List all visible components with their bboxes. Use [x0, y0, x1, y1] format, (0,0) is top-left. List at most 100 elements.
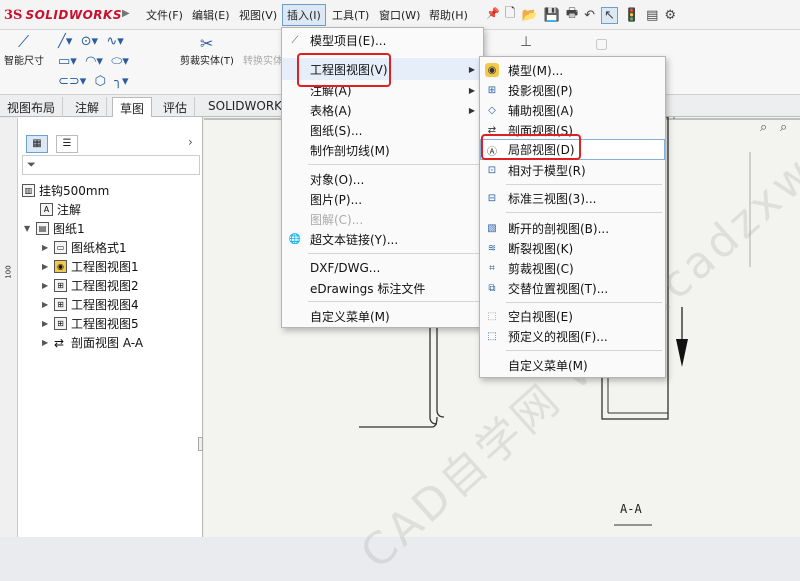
undo-icon[interactable]: ↶ [584, 8, 595, 23]
menu-file[interactable]: 文件(F) [142, 6, 187, 24]
spline-icon[interactable]: ∿▾ [106, 34, 123, 49]
menu-view[interactable]: 视图(V) [235, 6, 281, 24]
tree-item-label: 工程图视图1 [71, 260, 139, 274]
menu-window[interactable]: 窗口(W) [375, 6, 424, 24]
tree-item-label: 图纸1 [53, 222, 85, 236]
menu-item-predefined-view[interactable]: ⬚ 预定义的视图(F)... [480, 326, 665, 346]
menu-item-customize-menu[interactable]: 自定义菜单(M) [282, 306, 483, 326]
menu-item-hyperlink[interactable]: 🌐 超文本链接(Y)... [282, 229, 483, 249]
tree-item-section-view[interactable]: ▶ ⇄ 剖面视图 A-A [42, 333, 143, 352]
collapse-caret-icon[interactable]: ▼ [24, 224, 32, 233]
tree-item-view2[interactable]: ▶ ⊞ 工程图视图2 [42, 276, 139, 295]
tree-item-annotation[interactable]: A 注解 [40, 200, 81, 219]
annotation-icon: A [40, 203, 53, 216]
menu-item-crop-view[interactable]: ⌗ 剪裁视图(C) [480, 258, 665, 278]
tree-item-label: 剖面视图 A-A [71, 336, 144, 350]
zoom-area-icon[interactable]: ⌕ [780, 120, 787, 135]
menu-insert[interactable]: 插入(I) [282, 4, 326, 26]
model-view-icon: ◉ [485, 63, 499, 77]
tab-annotation[interactable]: 注解 [68, 97, 108, 117]
arc-icon[interactable]: ◠▾ [85, 54, 103, 69]
open-icon[interactable]: 📂 [521, 8, 537, 23]
traffic-light-icon[interactable]: 🚦 [624, 8, 640, 23]
menu-item-standard-3-view[interactable]: ⊟ 标准三视图(3)... [480, 188, 665, 208]
tree-item-view1[interactable]: ▶ ◉ 工程图视图1 [42, 257, 139, 276]
menu-item-picture[interactable]: 图片(P)... [282, 189, 483, 209]
zoom-to-fit-icon[interactable]: ⌕ [760, 120, 767, 135]
menu-item-model-items[interactable]: ⟋ 模型项目(E)... [282, 30, 483, 50]
menu-item-edrawings[interactable]: eDrawings 标注文件 [282, 278, 483, 298]
auxiliary-view-icon: ◇ [488, 104, 496, 116]
menu-help[interactable]: 帮助(H) [425, 6, 472, 24]
pin-icon[interactable]: 📌 [486, 7, 500, 20]
fillet-icon[interactable]: ╮▾ [114, 74, 128, 89]
expand-caret-icon[interactable]: ▶ [42, 319, 50, 328]
expand-caret-icon[interactable]: ▶ [42, 243, 50, 252]
menu-item-dxf-dwg[interactable]: DXF/DWG... [282, 258, 483, 278]
tree-item-view5[interactable]: ▶ ⊞ 工程图视图5 [42, 314, 139, 333]
expand-caret-icon[interactable]: ▶ [42, 281, 50, 290]
logo-ds: 3S [4, 7, 23, 23]
menu-item-auxiliary-view[interactable]: ◇ 辅助视图(A) [480, 100, 665, 120]
relations-icon[interactable]: ⊥ [520, 34, 532, 50]
menu-item-empty-view[interactable]: ⬚ 空白视图(E) [480, 306, 665, 326]
ellipse-icon[interactable]: ⬭▾ [111, 54, 129, 69]
tab-view-layout[interactable]: 视图布局 [0, 97, 64, 117]
menu-item-broken-out-section[interactable]: ▧ 断开的剖视图(B)... [480, 218, 665, 238]
expand-caret-icon[interactable]: ▶ [42, 338, 50, 347]
file-properties-icon[interactable]: ▤ [646, 8, 658, 23]
circle-icon[interactable]: ⊙▾ [81, 34, 98, 49]
tree-item-label: 注解 [57, 203, 82, 217]
feature-tree-tab-icon[interactable]: ▦ [26, 135, 48, 153]
smart-dimension-icon[interactable]: ⟋ [18, 32, 29, 52]
menu-item-diagram: 图解(C)... [310, 212, 364, 227]
menu-tools[interactable]: 工具(T) [328, 6, 373, 24]
save-icon[interactable]: 💾 [544, 8, 560, 23]
panel-more-arrow-icon[interactable]: › [188, 135, 193, 149]
model-items-icon: ⟋ [291, 34, 299, 46]
broken-out-section-icon: ▧ [487, 222, 497, 234]
trim-entities-icon[interactable]: ✂ [200, 34, 213, 53]
smart-dimension-label[interactable]: 智能尺寸 [4, 52, 44, 67]
tab-evaluate[interactable]: 评估 [156, 97, 196, 117]
menu-item-projected-view[interactable]: ⊞ 投影视图(P) [480, 80, 665, 100]
new-doc-icon[interactable]: 🗋 [505, 4, 515, 26]
projected-view-icon: ⊞ [54, 298, 67, 311]
menu-item-alternate-position[interactable]: ⧉ 交替位置视图(T)... [480, 278, 665, 298]
tab-sketch[interactable]: 草图 [112, 97, 153, 117]
crop-view-icon: ⌗ [489, 262, 495, 274]
menu-item-sheet[interactable]: 图纸(S)... [282, 120, 483, 140]
options-gear-icon[interactable]: ⚙ [664, 8, 676, 23]
tree-item-sheet[interactable]: ▼ ▤ 图纸1 [24, 219, 85, 238]
tree-item-view4[interactable]: ▶ ⊞ 工程图视图4 [42, 295, 139, 314]
tree-filter-box[interactable]: ⏷ [22, 155, 200, 175]
tree-item-label: 工程图视图5 [71, 317, 139, 331]
menu-item-model-view[interactable]: ◉ 模型(M)... [480, 60, 665, 80]
menu-item-cutting-line[interactable]: 制作剖切线(M) [282, 140, 483, 160]
menu-item-break-view[interactable]: ≋ 断裂视图(K) [480, 238, 665, 258]
select-arrow-icon[interactable]: ↖ [601, 6, 618, 24]
alternate-position-icon: ⧉ [488, 282, 496, 294]
expand-caret-icon[interactable]: ▶ [42, 262, 50, 271]
rectangle-icon[interactable]: ▭▾ [58, 54, 77, 69]
menu-edit[interactable]: 编辑(E) [188, 6, 234, 24]
menu-item-object[interactable]: 对象(O)... [282, 169, 483, 189]
menu-item-relative-view[interactable]: ⊡ 相对于模型(R) [480, 160, 665, 180]
menu-expand-icon[interactable]: ▶ [122, 8, 130, 19]
filter-icon: ⏷ [27, 158, 36, 171]
menu-separator [308, 164, 480, 165]
menu-item-customize-menu[interactable]: 自定义菜单(M) [480, 355, 665, 375]
projected-view-icon: ⊞ [54, 317, 67, 330]
menu-item-table[interactable]: 表格(A) ▶ [282, 100, 483, 120]
expand-caret-icon[interactable]: ▶ [42, 300, 50, 309]
tree-item-sheet-format[interactable]: ▶ ▭ 图纸格式1 [42, 238, 127, 257]
polygon-icon[interactable]: ⬡ [95, 74, 106, 89]
panel-splitter-handle[interactable] [198, 437, 203, 451]
slot-icon[interactable]: ⊂⊃▾ [58, 74, 86, 89]
trim-entities-label[interactable]: 剪裁实体(T) [180, 52, 234, 67]
tree-root[interactable]: ▥ 挂钩500mm [22, 181, 109, 200]
print-icon[interactable]: 🖶 [566, 4, 578, 26]
line-icon[interactable]: ╱▾ [58, 34, 72, 49]
property-tab-icon[interactable]: ☰ [56, 135, 78, 153]
tree-item-label: 工程图视图2 [71, 279, 139, 293]
